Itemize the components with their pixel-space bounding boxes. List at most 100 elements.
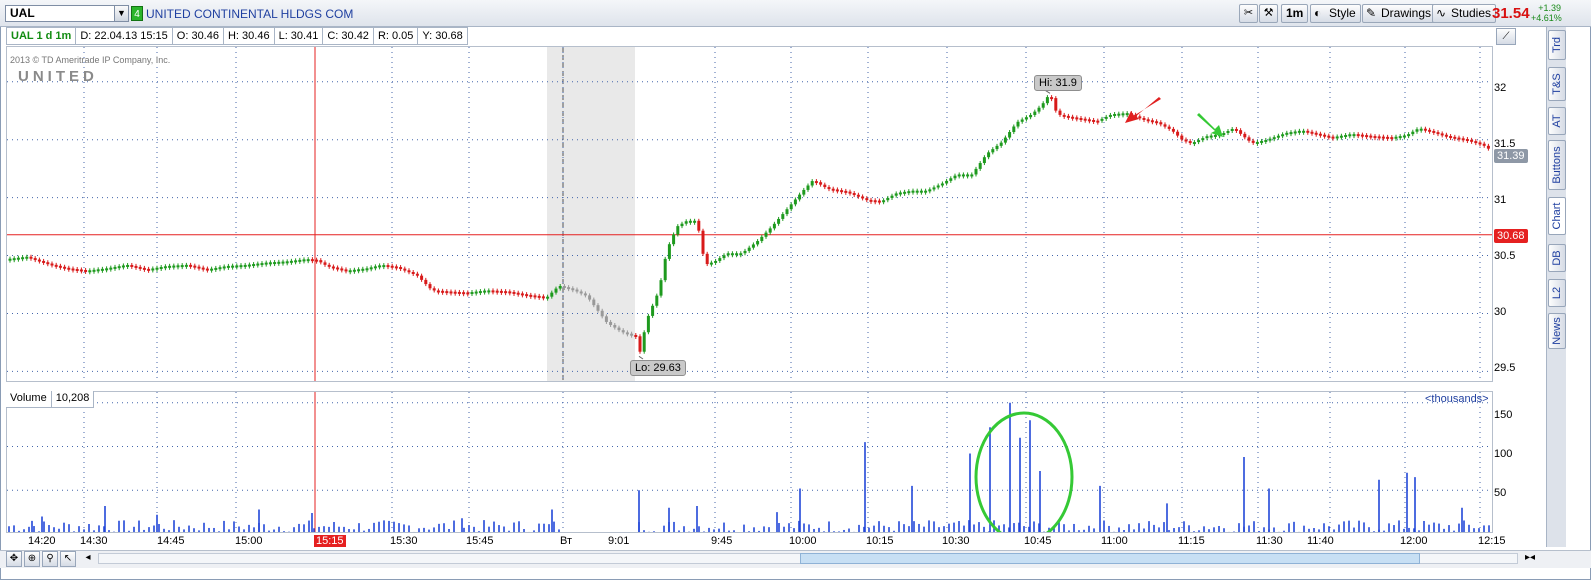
time-label: 10:00	[789, 535, 817, 547]
candle-body	[894, 193, 898, 196]
pan-icon[interactable]: ✥	[6, 551, 22, 567]
tab-buttons[interactable]: Buttons	[1548, 140, 1566, 190]
candle-body	[588, 295, 592, 300]
tab-l2[interactable]: L2	[1548, 279, 1566, 307]
candle-body	[793, 199, 797, 205]
candle-body	[848, 191, 852, 194]
candle-body	[1449, 136, 1453, 139]
candle-body	[638, 336, 642, 352]
candle-body	[92, 269, 96, 272]
candle-body	[814, 181, 818, 184]
candle-body	[126, 264, 130, 267]
candle-body	[844, 190, 848, 193]
candle-body	[1075, 117, 1079, 120]
candle-body	[840, 190, 844, 193]
candle-body	[890, 195, 894, 198]
candle-body	[390, 265, 394, 268]
candle-body	[1461, 138, 1465, 141]
volume-panel[interactable]	[6, 391, 1493, 533]
candle-body	[1180, 135, 1184, 140]
drawings-button[interactable]: ✎ Drawings	[1362, 4, 1437, 23]
time-label: 12:00	[1400, 535, 1428, 547]
candle-body	[1297, 130, 1301, 133]
candle-body	[1293, 131, 1297, 134]
scissors-icon[interactable]: ✂	[1239, 4, 1258, 23]
candle-body	[117, 266, 121, 269]
wrench-icon[interactable]: ⚒	[1259, 4, 1278, 23]
chart-id[interactable]: UAL 1 d 1m	[6, 27, 77, 45]
candle-body	[491, 290, 495, 293]
candle-body	[252, 264, 256, 267]
candle-body	[1003, 137, 1007, 143]
candle-body	[1444, 134, 1448, 137]
candle-body	[1440, 133, 1444, 136]
symbol-input[interactable]: UAL	[5, 5, 115, 22]
tab-chart[interactable]: Chart	[1548, 197, 1566, 235]
scroll-right-icon[interactable]: ▸◂	[1522, 551, 1538, 567]
candle-body	[907, 191, 911, 194]
candle-body	[302, 259, 306, 262]
candle-body	[1146, 119, 1150, 122]
candle-body	[764, 232, 768, 237]
candle-body	[722, 255, 726, 259]
candle-body	[667, 244, 671, 259]
candle-body	[1318, 133, 1322, 136]
candle-body	[46, 262, 50, 265]
candle-body	[432, 288, 436, 291]
symbol-dropdown-button[interactable]: ▼	[114, 5, 129, 22]
candle-body	[558, 285, 562, 289]
candle-body	[1276, 135, 1280, 138]
drawing-tool-button[interactable]: ⟋	[1496, 28, 1516, 45]
lo-pointer	[638, 355, 644, 360]
candle-body	[1096, 120, 1100, 123]
time-label: 15:45	[466, 535, 494, 547]
candle-body	[1243, 133, 1247, 138]
time-label: 14:20	[28, 535, 56, 547]
candle-body	[1255, 141, 1259, 144]
candle-body	[113, 266, 117, 269]
candle-body	[966, 174, 970, 177]
tab-trd[interactable]: Trd	[1548, 30, 1566, 60]
candle-body	[1020, 119, 1024, 122]
candle-body	[651, 305, 655, 316]
candle-body	[642, 332, 646, 352]
candle-body	[159, 266, 163, 269]
candle-body	[445, 291, 449, 294]
studies-button[interactable]: ∿ Studies	[1432, 4, 1497, 23]
tab-ts[interactable]: T&S	[1548, 67, 1566, 101]
candle-body	[512, 291, 516, 294]
magnifier-icon[interactable]: ⚲	[42, 551, 58, 567]
timeframe-button[interactable]: 1m	[1281, 4, 1309, 23]
tab-news[interactable]: News	[1548, 313, 1566, 349]
candle-body	[1083, 118, 1087, 121]
style-button[interactable]: ◐ Style	[1310, 4, 1361, 23]
candle-body	[646, 315, 650, 333]
tab-db[interactable]: DB	[1548, 244, 1566, 272]
candle-body	[831, 188, 835, 191]
tab-label: News	[1551, 317, 1563, 345]
time-label: 12:15	[1478, 535, 1506, 547]
candle-body	[344, 269, 348, 272]
link-group-badge[interactable]: 4	[131, 6, 143, 21]
time-label: 14:45	[157, 535, 185, 547]
volume-value: 10,208	[51, 391, 95, 408]
candle-body	[520, 293, 524, 296]
candle-body	[306, 259, 310, 262]
candle-body	[264, 262, 268, 265]
candle-body	[189, 264, 193, 267]
candle-body	[1486, 145, 1490, 149]
candle-body	[781, 214, 785, 219]
candle-body	[991, 149, 995, 153]
candle-body	[1457, 137, 1461, 140]
scrollbar-thumb[interactable]	[800, 553, 1420, 564]
cursor-icon[interactable]: ↖	[60, 551, 76, 567]
candle-body	[1159, 122, 1163, 125]
zoom-in-icon[interactable]: ⊕	[24, 551, 40, 567]
price-panel[interactable]	[6, 46, 1493, 382]
scroll-left-icon[interactable]: ◂	[80, 551, 96, 567]
candle-body	[546, 296, 550, 299]
candle-body	[168, 265, 172, 268]
candle-body	[903, 191, 907, 194]
candle-body	[751, 244, 755, 248]
tab-at[interactable]: AT	[1548, 107, 1566, 135]
